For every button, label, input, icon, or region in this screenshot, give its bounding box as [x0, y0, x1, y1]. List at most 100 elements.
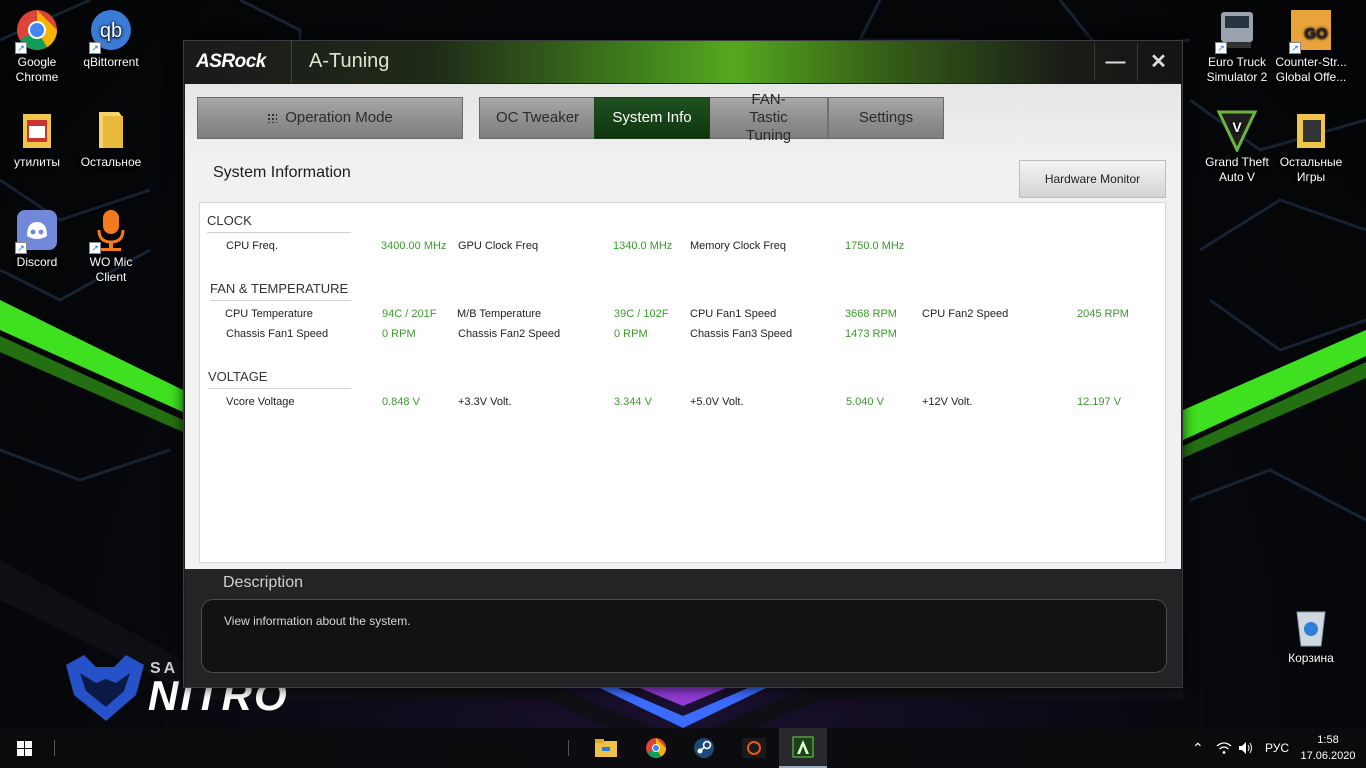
desktop-icon-gta5[interactable]: V Grand Theft Auto V: [1200, 108, 1274, 185]
info-label: +3.3V Volt.: [458, 396, 512, 408]
shortcut-arrow-icon: ↗: [89, 42, 101, 54]
description-title: Description: [223, 574, 304, 591]
group-title-clock: CLOCK: [207, 213, 351, 233]
a-tuning-icon: [792, 736, 814, 758]
folder-icon: [89, 108, 133, 152]
desktop-icon-other-folder[interactable]: Остальное: [74, 108, 148, 170]
shortcut-arrow-icon: ↗: [15, 242, 27, 254]
title-divider: [291, 41, 292, 83]
minimize-button[interactable]: —: [1094, 43, 1136, 81]
recycle-bin-icon: [1289, 604, 1333, 648]
taskbar-steam[interactable]: [680, 728, 728, 768]
input-language-button[interactable]: РУС: [1265, 728, 1289, 768]
desktop-icon-recycle-bin[interactable]: Корзина: [1274, 604, 1348, 666]
shortcut-arrow-icon: ↗: [1289, 42, 1301, 54]
folder-icon: [1289, 108, 1333, 152]
qbittorrent-icon: qb ↗: [89, 8, 133, 54]
info-value: 2045 RPM: [1077, 308, 1129, 320]
description-box: View information about the system.: [201, 599, 1167, 673]
info-value: 0 RPM: [382, 328, 416, 340]
taskbar-clock[interactable]: 1:58 17.06.2020: [1296, 732, 1360, 764]
desktop-icon-label: Корзина: [1288, 651, 1334, 665]
close-button[interactable]: ✕: [1137, 43, 1179, 81]
description-bar: Description View information about the s…: [185, 569, 1181, 687]
chrome-icon: [646, 738, 666, 758]
info-value: 3.344 V: [614, 396, 652, 408]
hardware-monitor-button[interactable]: Hardware Monitor: [1019, 160, 1166, 198]
info-label: CPU Fan2 Speed: [922, 308, 1009, 320]
wifi-icon: [1216, 742, 1232, 754]
svg-text:qb: qb: [100, 20, 122, 42]
window-titlebar[interactable]: ASRock A-Tuning — ✕: [184, 41, 1182, 83]
desktop-icon-label: Grand Theft Auto V: [1205, 155, 1269, 184]
a-tuning-window: ASRock A-Tuning — ✕ Operation Mode OC Tw…: [183, 40, 1183, 688]
info-label: Chassis Fan2 Speed: [458, 328, 561, 340]
folder-icon: [15, 108, 59, 152]
start-button[interactable]: [0, 728, 48, 768]
info-value: 0.848 V: [382, 396, 420, 408]
info-value: 12.197 V: [1077, 396, 1122, 408]
truck-icon: ↗: [1215, 8, 1259, 54]
group-title-voltage: VOLTAGE: [208, 369, 351, 389]
desktop-icon-other-games[interactable]: Остальные Игры: [1274, 108, 1348, 185]
desktop-icon-chrome[interactable]: ↗ Google Chrome: [0, 8, 74, 85]
info-label: Chassis Fan3 Speed: [690, 328, 793, 340]
shortcut-arrow-icon: ↗: [15, 42, 27, 54]
section-title: System Information: [213, 164, 351, 181]
info-value: 94C / 201F: [382, 308, 437, 320]
desktop-icon-label: Discord: [16, 255, 58, 269]
desktop-icon-label: Counter-Str... Global Offe...: [1275, 55, 1347, 84]
desktop-icon-utilities-folder[interactable]: утилиты: [0, 108, 74, 170]
desktop-icon-label: Остальное: [80, 155, 142, 169]
info-value: 1750.0 MHz: [845, 240, 905, 252]
desktop-icon-qbittorrent[interactable]: qb ↗ qBittorrent: [74, 8, 148, 70]
info-value: 1340.0 MHz: [613, 240, 673, 252]
info-label: CPU Temperature: [225, 308, 313, 320]
tab-settings[interactable]: Settings: [828, 97, 944, 139]
shortcut-arrow-icon: ↗: [89, 242, 101, 254]
volume-button[interactable]: [1238, 728, 1254, 768]
clock-time: 1:58: [1317, 734, 1339, 746]
microphone-icon: ↗: [89, 208, 133, 254]
taskbar-chrome[interactable]: [632, 728, 680, 768]
desktop-icon-label: WO Mic Client: [89, 255, 133, 284]
taskbar-file-explorer[interactable]: [582, 728, 630, 768]
desktop-icon-wo-mic[interactable]: ↗ WO Mic Client: [74, 208, 148, 285]
desktop-icon-csgo[interactable]: GO ↗ Counter-Str... Global Offe...: [1274, 8, 1348, 85]
discord-icon: ↗: [15, 208, 59, 254]
system-info-panel: CLOCK CPU Freq. 3400.00 MHz GPU Clock Fr…: [199, 202, 1166, 563]
clock-date: 17.06.2020: [1300, 750, 1356, 762]
show-hidden-icons-button[interactable]: ⌃: [1192, 728, 1204, 768]
desktop-icon-label: Google Chrome: [15, 55, 59, 84]
info-value: 1473 RPM: [845, 328, 897, 340]
desktop-icon-label: qBittorrent: [83, 55, 139, 69]
chrome-icon: ↗: [15, 8, 59, 54]
tab-system-info[interactable]: System Info: [594, 97, 710, 139]
windows-logo-icon: [17, 741, 32, 756]
taskbar: ⌃ РУС 1:58 17.06.2020: [0, 728, 1366, 768]
desktop-icon-euro-truck[interactable]: ↗ Euro Truck Simulator 2: [1200, 8, 1274, 85]
tab-fan-tastic-tuning[interactable]: FAN-Tastic Tuning: [710, 91, 828, 144]
chevron-up-icon: ⌃: [1192, 739, 1204, 756]
taskbar-divider: [54, 740, 55, 756]
operation-mode-label: Operation Mode: [285, 109, 393, 126]
svg-text:V: V: [1232, 119, 1242, 135]
taskbar-divider: [568, 740, 569, 756]
window-title: A-Tuning: [309, 50, 390, 72]
network-button[interactable]: [1216, 728, 1232, 768]
desktop-icon-label: Остальные Игры: [1279, 155, 1343, 184]
info-label: +12V Volt.: [922, 396, 973, 408]
desktop-icon-discord[interactable]: ↗ Discord: [0, 208, 74, 270]
tab-oc-tweaker[interactable]: OC Tweaker: [479, 97, 595, 139]
group-title-fan-temperature: FAN & TEMPERATURE: [210, 281, 351, 301]
info-value: 3400.00 MHz: [381, 240, 447, 252]
operation-mode-button[interactable]: Operation Mode: [197, 97, 463, 139]
desktop-icon-label: утилиты: [13, 155, 61, 169]
taskbar-ryzen-master[interactable]: [730, 728, 778, 768]
taskbar-a-tuning[interactable]: [779, 728, 827, 768]
info-value: 3668 RPM: [845, 308, 897, 320]
ryzen-icon: [742, 738, 766, 758]
info-label: M/B Temperature: [457, 308, 542, 320]
info-value: 39C / 102F: [614, 308, 669, 320]
gta-icon: V: [1215, 108, 1259, 154]
